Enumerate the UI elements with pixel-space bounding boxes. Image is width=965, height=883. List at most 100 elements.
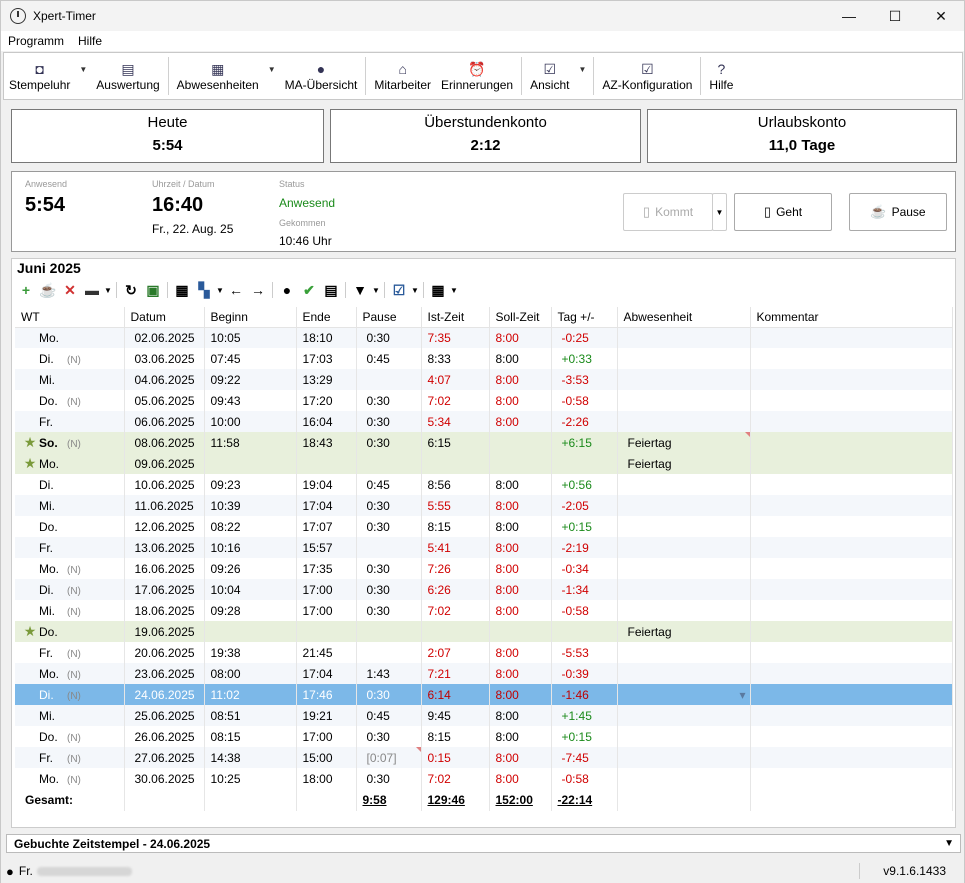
cell-ist-zeit[interactable]: 0:15	[421, 747, 490, 768]
cell-ist-zeit[interactable]: 6:26	[421, 579, 490, 600]
cell-beginn[interactable]: 08:00	[204, 663, 297, 684]
cell-pause[interactable]	[356, 621, 422, 642]
cell-soll-zeit[interactable]	[489, 621, 552, 642]
cell-abwesenheit[interactable]	[617, 600, 751, 621]
erinnerungen-button[interactable]: ⏰ Erinnerungen	[436, 53, 518, 99]
cell-ist-zeit[interactable]: 6:14	[421, 684, 490, 705]
cell-abwesenheit[interactable]	[617, 369, 751, 390]
cell-datum[interactable]: 13.06.2025	[124, 537, 205, 558]
cell-ende[interactable]: 17:46	[296, 684, 357, 705]
cell-ende[interactable]: 18:00	[296, 768, 357, 789]
cell-wt[interactable]: ★ So. (N)	[15, 432, 125, 453]
cell-abwesenheit[interactable]: Feiertag	[617, 432, 751, 453]
kommt-button[interactable]: ▯ Kommt	[623, 193, 713, 231]
cell-beginn[interactable]: 11:02	[204, 684, 297, 705]
cell-wt[interactable]: Fr. (N)	[15, 642, 125, 663]
cell-abwesenheit[interactable]	[617, 558, 751, 579]
cell-ist-zeit[interactable]: 8:56	[421, 474, 490, 495]
cell-soll-zeit[interactable]: 8:00	[489, 327, 552, 348]
cell-wt[interactable]: Di. (N)	[15, 684, 125, 705]
cell-ende[interactable]: 19:21	[296, 705, 357, 726]
column-header-wt[interactable]: WT	[15, 307, 125, 328]
cell-pause[interactable]	[356, 537, 422, 558]
cell-beginn[interactable]: 09:22	[204, 369, 297, 390]
cell-datum[interactable]: 04.06.2025	[124, 369, 205, 390]
cell-soll-zeit[interactable]: 8:00	[489, 663, 552, 684]
cell-wt[interactable]: Do.	[15, 516, 125, 537]
cell-soll-zeit[interactable]: 8:00	[489, 684, 552, 705]
cell-wt[interactable]: ★ Do.	[15, 621, 125, 642]
ansicht-button[interactable]: ☑ Ansicht	[525, 53, 574, 99]
cell-beginn[interactable]: 14:38	[204, 747, 297, 768]
cell-ist-zeit[interactable]: 5:55	[421, 495, 490, 516]
columns-dropdown[interactable]: ▼	[449, 286, 459, 295]
cell-pause[interactable]: 0:45	[356, 474, 422, 495]
cell-wt[interactable]: Fr.	[15, 537, 125, 558]
cell-soll-zeit[interactable]: 8:00	[489, 747, 552, 768]
cell-tag[interactable]: -0:58	[551, 600, 618, 621]
cell-kommentar[interactable]	[750, 579, 953, 600]
table-row[interactable]: ★ So. (N) 08.06.2025 11:58 18:43 0:30 6:15 +6:15…	[15, 432, 953, 453]
cell-ende[interactable]: 17:35	[296, 558, 357, 579]
column-header-kommentar[interactable]: Kommentar	[750, 307, 953, 328]
cell-tag[interactable]: +0:15	[551, 726, 618, 747]
cell-tag[interactable]: -2:26	[551, 411, 618, 432]
cell-wt[interactable]: Mo.	[15, 327, 125, 348]
user-icon[interactable]: ●	[276, 282, 298, 298]
cell-pause[interactable]: 0:30	[356, 579, 422, 600]
cell-ist-zeit[interactable]: 7:02	[421, 600, 490, 621]
az-konfiguration-button[interactable]: ☑ AZ-Konfiguration	[597, 53, 697, 99]
cell-ist-zeit[interactable]: 6:15	[421, 432, 490, 453]
cell-pause[interactable]: 0:30	[356, 432, 422, 453]
cell-datum[interactable]: 11.06.2025	[124, 495, 205, 516]
filter-dropdown[interactable]: ▼	[371, 286, 381, 295]
cell-wt[interactable]: Mo. (N)	[15, 768, 125, 789]
cell-pause[interactable]: 0:30	[356, 516, 422, 537]
cell-ende[interactable]	[296, 453, 357, 474]
cell-kommentar[interactable]	[750, 663, 953, 684]
cell-beginn[interactable]	[204, 453, 297, 474]
cell-pause[interactable]	[356, 642, 422, 663]
geht-button[interactable]: ▯ Geht	[734, 193, 832, 231]
column-header-pause[interactable]: Pause	[356, 307, 422, 328]
cell-ende[interactable]: 18:43	[296, 432, 357, 453]
cell-datum[interactable]: 03.06.2025	[124, 348, 205, 369]
calculator-icon[interactable]: ▤	[320, 282, 342, 299]
cell-ende[interactable]: 17:00	[296, 726, 357, 747]
cell-abwesenheit[interactable]	[617, 579, 751, 600]
cell-ist-zeit[interactable]: 5:34	[421, 411, 490, 432]
cell-soll-zeit[interactable]	[489, 453, 552, 474]
cell-tag[interactable]: +0:56	[551, 474, 618, 495]
cell-datum[interactable]: 16.06.2025	[124, 558, 205, 579]
modules-icon[interactable]: ▚	[193, 282, 215, 299]
table-row[interactable]: Do. 12.06.2025 08:22 17:07 0:30 8:15 8:00 +0:15	[15, 516, 953, 537]
cell-pause[interactable]: 0:45	[356, 348, 422, 369]
cell-beginn[interactable]: 09:43	[204, 390, 297, 411]
printer-icon[interactable]: ▬	[81, 282, 103, 298]
cell-kommentar[interactable]	[750, 495, 953, 516]
cell-datum[interactable]: 18.06.2025	[124, 600, 205, 621]
cell-wt[interactable]: Mi.	[15, 369, 125, 390]
table-row[interactable]: Fr. (N) 20.06.2025 19:38 21:45 2:07 8:00 -5:53	[15, 642, 953, 663]
refresh-icon[interactable]: ↻	[120, 282, 142, 299]
cell-abwesenheit[interactable]: ▾	[617, 684, 751, 705]
table-row[interactable]: Mi. 11.06.2025 10:39 17:04 0:30 5:55 8:00 -2:05	[15, 495, 953, 516]
cell-ende[interactable]: 17:04	[296, 663, 357, 684]
cell-beginn[interactable]: 11:58	[204, 432, 297, 453]
cell-abwesenheit[interactable]	[617, 348, 751, 369]
zeitstempel-panel-header[interactable]: Gebuchte Zeitstempel - 24.06.2025 ▼	[6, 834, 961, 853]
cell-tag[interactable]: -0:39	[551, 663, 618, 684]
cell-soll-zeit[interactable]: 8:00	[489, 726, 552, 747]
cell-pause[interactable]: 0:30	[356, 726, 422, 747]
cell-abwesenheit[interactable]	[617, 390, 751, 411]
cell-wt[interactable]: Mi.	[15, 495, 125, 516]
table-row[interactable]: Di. (N) 03.06.2025 07:45 17:03 0:45 8:33 8:00 +0…	[15, 348, 953, 369]
cell-datum[interactable]: 20.06.2025	[124, 642, 205, 663]
cell-abwesenheit[interactable]: Feiertag	[617, 453, 751, 474]
cell-ende[interactable]: 17:03	[296, 348, 357, 369]
table-row[interactable]: Di. (N) 24.06.2025 11:02 17:46 0:30 6:14 8:00 -1…	[15, 684, 953, 705]
table-row[interactable]: Mi. (N) 18.06.2025 09:28 17:00 0:30 7:02 8:00 -0…	[15, 600, 953, 621]
cell-beginn[interactable]: 10:04	[204, 579, 297, 600]
cell-pause[interactable]: 0:30	[356, 768, 422, 789]
cell-ende[interactable]: 17:20	[296, 390, 357, 411]
